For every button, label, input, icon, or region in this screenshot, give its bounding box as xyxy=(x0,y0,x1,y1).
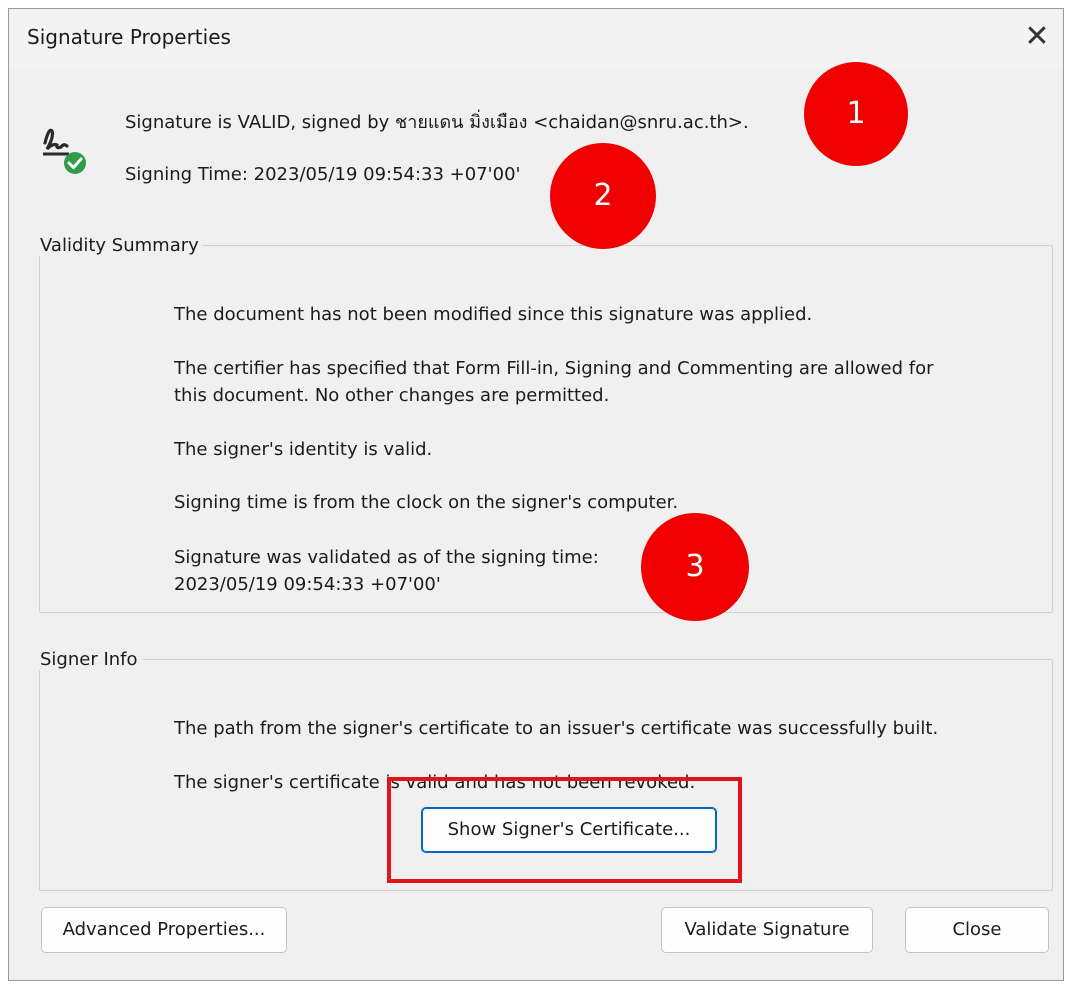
signature-status-text: Signature is VALID, signed by ชายแดน มิ่… xyxy=(125,112,749,133)
annotation-marker-3: 3 xyxy=(641,513,749,621)
close-button[interactable]: Close xyxy=(905,907,1049,953)
validity-line-certifier: The certifier has specified that Form Fi… xyxy=(174,358,934,379)
close-icon[interactable]: ✕ xyxy=(1019,19,1055,55)
advanced-properties-button[interactable]: Advanced Properties... xyxy=(41,907,287,953)
validity-summary-group: Validity Summary The document has not be… xyxy=(39,235,1053,613)
dialog-title: Signature Properties xyxy=(27,25,231,49)
signer-info-line-path: The path from the signer's certificate t… xyxy=(174,718,939,739)
signer-info-legend: Signer Info xyxy=(40,649,138,670)
validity-summary-legend: Validity Summary xyxy=(40,235,199,256)
signature-properties-dialog: Signature Properties ✕ Signature is VALI… xyxy=(8,8,1064,981)
validity-line-unmodified: The document has not been modified since… xyxy=(174,304,813,325)
signature-valid-icon xyxy=(43,128,86,174)
annotation-marker-2: 2 xyxy=(550,143,656,249)
annotation-marker-1: 1 xyxy=(804,62,908,166)
validity-line-validated-as-of: Signature was validated as of the signin… xyxy=(174,547,599,568)
validity-line-validated-time: 2023/05/19 09:54:33 +07'00' xyxy=(174,574,441,595)
validity-line-identity: The signer's identity is valid. xyxy=(174,439,433,460)
title-bar: Signature Properties ✕ xyxy=(9,9,1063,69)
highlight-box xyxy=(387,777,742,883)
validity-line-clock: Signing time is from the clock on the si… xyxy=(174,492,679,513)
signing-time-text: Signing Time: 2023/05/19 09:54:33 +07'00… xyxy=(125,164,521,185)
validate-signature-button[interactable]: Validate Signature xyxy=(661,907,873,953)
validity-line-certifier-cont: this document. No other changes are perm… xyxy=(174,385,610,406)
